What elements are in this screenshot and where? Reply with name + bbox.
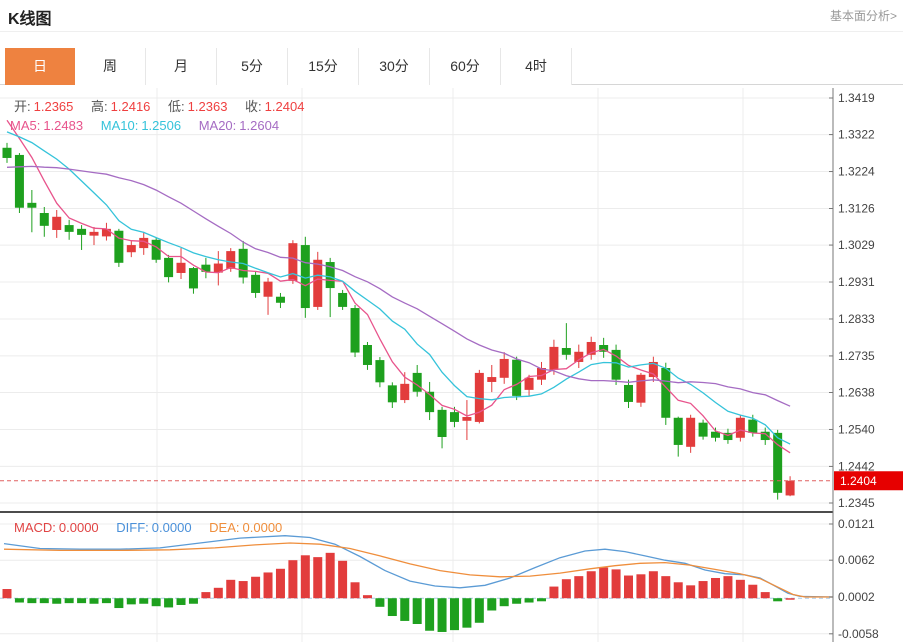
dea-value: 0.0000 [243, 520, 283, 535]
ma5-value: 1.2483 [43, 118, 83, 133]
low-value: 1.2363 [188, 99, 228, 114]
period-tabbar: 日周月5分15分30分60分4时 [0, 48, 903, 85]
ma10-label: MA10: [101, 118, 139, 133]
macd-value: 0.0000 [59, 520, 99, 535]
open-label: 开: [14, 99, 31, 114]
diff-label: DIFF: [116, 520, 149, 535]
high-label: 高: [91, 99, 108, 114]
y-axis-label: 1.3322 [838, 128, 875, 142]
current-price-tag: 1.2404 [834, 471, 903, 490]
macd-label: MACD: [14, 520, 56, 535]
ma20-label: MA20: [199, 118, 237, 133]
y-axis-label: 1.2931 [838, 275, 875, 289]
fundamental-analysis-link[interactable]: 基本面分析> [830, 7, 897, 24]
tab-30min[interactable]: 30分 [359, 48, 430, 85]
ma10-value: 1.2506 [141, 118, 181, 133]
close-label: 收: [245, 99, 262, 114]
ohlc-row: 开:1.2365 高:1.2416 低:1.2363 收:1.2404 [14, 96, 307, 115]
tab-day[interactable]: 日 [5, 48, 75, 85]
macd-axis-label: 0.0002 [838, 590, 875, 604]
page-title: K线图 [8, 5, 52, 29]
chart-plot-area[interactable] [0, 88, 833, 642]
y-axis-label: 1.2833 [838, 312, 875, 326]
tab-60min[interactable]: 60分 [430, 48, 501, 85]
page-header: K线图 基本面分析> [0, 0, 903, 32]
open-value: 1.2365 [34, 99, 74, 114]
ma5-label: MA5: [10, 118, 40, 133]
y-axis-label: 1.2540 [838, 422, 875, 436]
diff-value: 0.0000 [152, 520, 192, 535]
y-axis-label: 1.3419 [838, 91, 875, 105]
tab-15min[interactable]: 15分 [288, 48, 359, 85]
macd-axis-label: -0.0058 [838, 627, 879, 641]
tab-4hour[interactable]: 4时 [501, 48, 572, 85]
y-axis-label: 1.3126 [838, 201, 875, 215]
price-tag-text: 1.2404 [840, 474, 877, 488]
tab-month[interactable]: 月 [146, 48, 217, 85]
y-axis-label: 1.3029 [838, 238, 875, 252]
close-value: 1.2404 [265, 99, 305, 114]
y-axis-label: 1.3224 [838, 165, 875, 179]
y-axis-label: 1.2735 [838, 349, 875, 363]
y-axis-label: 1.2638 [838, 386, 875, 400]
high-value: 1.2416 [111, 99, 151, 114]
ma20-value: 1.2604 [239, 118, 279, 133]
macd-axis-label: 0.0121 [838, 517, 875, 531]
tab-5min[interactable]: 5分 [217, 48, 288, 85]
ma-row: MA5:1.2483 MA10:1.2506 MA20:1.2604 [10, 118, 282, 133]
macd-row: MACD:0.0000 DIFF:0.0000 DEA:0.0000 [14, 520, 285, 535]
dea-label: DEA: [209, 520, 239, 535]
macd-axis-label: 0.0062 [838, 553, 875, 567]
low-label: 低: [168, 99, 185, 114]
y-axis-label: 1.2345 [838, 496, 875, 510]
tab-week[interactable]: 周 [75, 48, 146, 85]
